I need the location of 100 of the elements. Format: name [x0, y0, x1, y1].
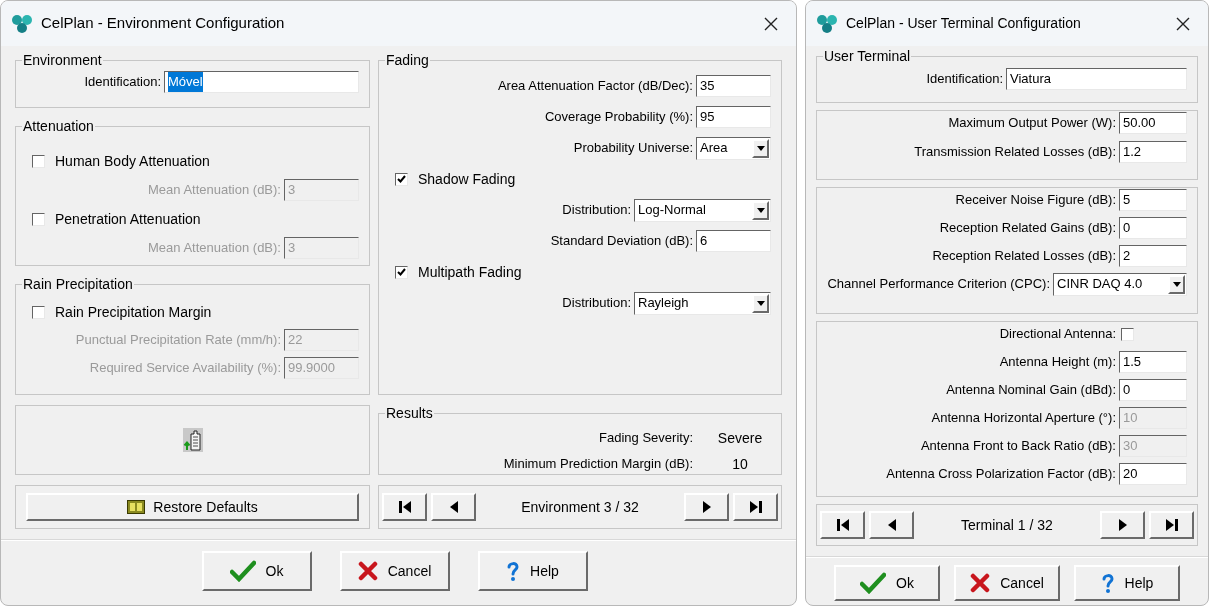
field-label: Identification:	[84, 73, 161, 92]
cancel-button[interactable]: Cancel	[339, 551, 450, 591]
input-field[interactable]: 2	[1119, 245, 1187, 267]
checkbox[interactable]	[32, 154, 45, 168]
skip-forward-icon	[1164, 518, 1179, 532]
field-label: Area Attenuation Factor (dB/Dec):	[497, 77, 693, 96]
close-icon	[1176, 16, 1190, 31]
help-icon	[506, 560, 521, 582]
checkbox[interactable]	[32, 212, 45, 226]
x-icon	[357, 561, 378, 581]
checkbox[interactable]	[32, 305, 45, 319]
field-label: Antenna Horizontal Aperture (°):	[931, 409, 1116, 428]
restore-defaults-button[interactable]: Restore Defaults	[26, 493, 359, 521]
next-button[interactable]	[1100, 511, 1145, 539]
first-button[interactable]	[382, 493, 427, 521]
input-field[interactable]: 0	[1119, 217, 1187, 239]
dropdown[interactable]: CINR DAQ 4.0	[1053, 272, 1187, 296]
caret-icon	[1172, 281, 1181, 287]
help-button[interactable]: Help	[477, 551, 588, 591]
help-icon	[1100, 572, 1115, 594]
caret-icon	[756, 145, 765, 151]
input-field[interactable]: 95	[696, 106, 771, 128]
window-title: CelPlan - Environment Configuration	[41, 13, 286, 34]
x-icon	[970, 573, 991, 593]
triangle-left-icon	[448, 500, 459, 514]
ok-button[interactable]: Ok	[834, 565, 940, 601]
checkbox[interactable]	[395, 172, 408, 186]
field-label: Antenna Front to Back Ratio (dB):	[920, 437, 1116, 456]
next-button[interactable]	[684, 493, 729, 521]
field-label: Identification:	[926, 70, 1003, 89]
input-field[interactable]: 6	[696, 230, 771, 252]
caret-icon	[756, 207, 765, 213]
dropdown[interactable]: Rayleigh	[634, 291, 771, 315]
checkbox[interactable]	[1121, 327, 1134, 341]
checkmark-icon	[860, 572, 887, 594]
field-label: Antenna Nominal Gain (dBd):	[946, 381, 1116, 400]
checkbox-label: Rain Precipitation Margin	[55, 302, 212, 322]
field-label: Antenna Height (m):	[999, 353, 1116, 372]
logo-icon	[816, 13, 838, 34]
field-label: Channel Performance Criterion (CPC):	[827, 275, 1050, 294]
skip-back-icon	[397, 500, 412, 514]
group-label: Environment	[22, 52, 103, 68]
ok-button[interactable]: Ok	[201, 551, 312, 591]
group-label: Fading	[385, 52, 430, 68]
input-field[interactable]: 50.00	[1119, 112, 1187, 134]
result-value: Severe	[716, 428, 764, 448]
window-title: CelPlan - User Terminal Configuration	[846, 14, 1082, 33]
input-field[interactable]: 5	[1119, 189, 1187, 211]
first-button[interactable]	[820, 511, 865, 539]
input-field[interactable]: Móvel	[164, 71, 359, 93]
book-icon	[127, 500, 146, 514]
input-field[interactable]: 1.5	[1119, 351, 1187, 373]
check-icon	[397, 268, 406, 276]
record-counter: Terminal 1 / 32	[960, 515, 1054, 535]
checkmark-icon	[229, 560, 256, 582]
logo-icon	[11, 13, 33, 34]
previous-button[interactable]	[869, 511, 914, 539]
help-button[interactable]: Help	[1074, 565, 1180, 601]
checkbox[interactable]	[395, 265, 408, 279]
triangle-right-icon	[701, 500, 712, 514]
field-label: Standard Deviation (dB):	[550, 232, 693, 251]
dropdown[interactable]: Area	[696, 136, 771, 160]
previous-button[interactable]	[431, 493, 476, 521]
checkbox-label: Penetration Attenuation	[55, 209, 201, 229]
dropdown[interactable]: Log-Normal	[634, 198, 771, 222]
group-label: Rain Precipitation	[22, 276, 134, 292]
checkbox-label: Shadow Fading	[418, 169, 516, 189]
field-label: Mean Attenuation (dB):	[148, 239, 281, 258]
last-button[interactable]	[733, 493, 778, 521]
input-field[interactable]: Viatura	[1006, 68, 1187, 90]
checkbox-label: Multipath Fading	[418, 262, 522, 282]
last-button[interactable]	[1149, 511, 1194, 539]
building-icon	[182, 428, 203, 452]
close-icon	[764, 16, 778, 31]
triangle-right-icon	[1117, 518, 1128, 532]
caret-icon	[756, 300, 765, 306]
field-label: Probability Universe:	[573, 139, 693, 158]
group-label: Attenuation	[22, 118, 95, 134]
check-icon	[397, 175, 406, 183]
field-label: Maximum Output Power (W):	[948, 114, 1116, 133]
input-field[interactable]: 35	[696, 75, 771, 97]
field-label: Reception Related Losses (dB):	[932, 247, 1116, 266]
field-label: Distribution:	[562, 201, 631, 220]
field-label: Receiver Noise Figure (dB):	[955, 191, 1116, 210]
cancel-button[interactable]: Cancel	[954, 565, 1060, 601]
input-field[interactable]: 1.2	[1119, 141, 1187, 163]
field-label: Transmission Related Losses (dB):	[914, 143, 1116, 162]
group-label: User Terminal	[823, 48, 912, 64]
result-label: Minimum Prediction Margin (dB):	[503, 455, 693, 474]
input-field[interactable]: 20	[1119, 463, 1187, 485]
result-label: Fading Severity:	[599, 429, 693, 448]
field-label: Punctual Precipitation Rate (mm/h):	[75, 331, 281, 350]
skip-back-icon	[835, 518, 850, 532]
result-value: 10	[731, 454, 749, 474]
field-label: Distribution:	[562, 294, 631, 313]
field-label: Mean Attenuation (dB):	[148, 181, 281, 200]
record-counter: Environment 3 / 32	[520, 497, 640, 517]
checkbox-label: Human Body Attenuation	[55, 151, 210, 171]
field-label: Directional Antenna:	[999, 325, 1116, 344]
input-field[interactable]: 0	[1119, 379, 1187, 401]
